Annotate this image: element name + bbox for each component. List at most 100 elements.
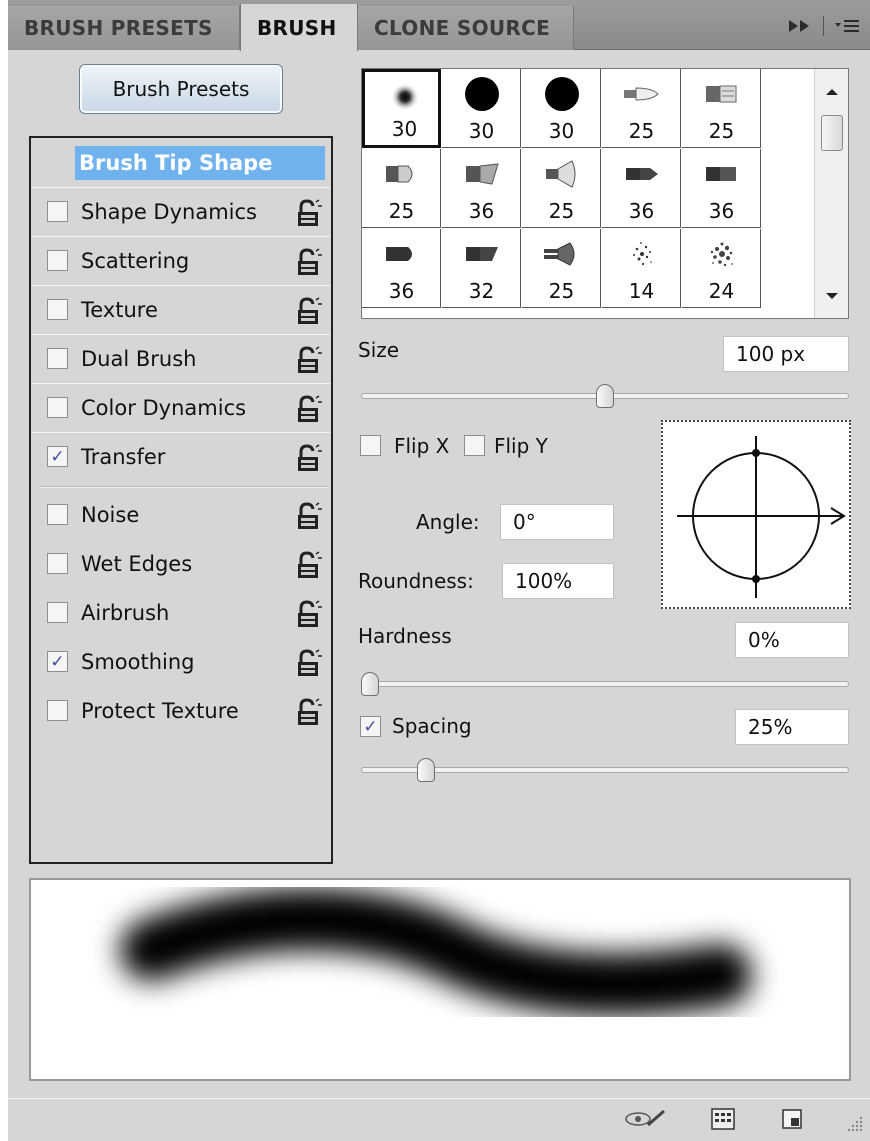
- option-texture[interactable]: Texture: [31, 285, 331, 334]
- brush-tip-cell[interactable]: 25: [362, 149, 441, 228]
- option-protect-texture[interactable]: Protect Texture: [31, 687, 331, 736]
- flip-x-checkbox[interactable]: [360, 435, 381, 456]
- tab-clone-source[interactable]: CLONE SOURCE: [358, 6, 574, 50]
- angle-label: Angle:: [416, 510, 480, 534]
- wet-edges-checkbox[interactable]: [47, 553, 68, 574]
- brush-size-label: 14: [628, 279, 655, 303]
- lock-icon[interactable]: [295, 599, 323, 629]
- flip-y-checkbox[interactable]: [464, 435, 485, 456]
- lock-icon[interactable]: [295, 296, 323, 326]
- lock-icon[interactable]: [295, 198, 323, 228]
- hardness-input[interactable]: 0%: [735, 622, 849, 658]
- round-blunt-brush-icon: [362, 233, 441, 275]
- brush-size-label: 25: [628, 119, 655, 143]
- option-airbrush[interactable]: Airbrush: [31, 589, 331, 638]
- airbrush-checkbox[interactable]: [47, 602, 68, 623]
- lock-icon[interactable]: [295, 394, 323, 424]
- angle-input[interactable]: 0°: [500, 504, 614, 540]
- brush-tip-cell[interactable]: 30: [442, 69, 521, 148]
- brush-size-label: 36: [468, 199, 495, 223]
- hardness-slider-thumb[interactable]: [361, 672, 379, 696]
- size-slider-thumb[interactable]: [596, 384, 614, 408]
- option-dual-brush[interactable]: Dual Brush: [31, 334, 331, 383]
- protect-texture-checkbox[interactable]: [47, 700, 68, 721]
- brush-tip-cell[interactable]: 25: [522, 149, 601, 228]
- brush-size-label: 30: [548, 119, 575, 143]
- angle-flat-brush-icon: [442, 233, 521, 275]
- smoothing-checkbox[interactable]: ✓: [47, 651, 68, 672]
- option-smoothing[interactable]: ✓ Smoothing: [31, 638, 331, 687]
- spacing-checkbox[interactable]: ✓: [360, 716, 381, 737]
- separator: [823, 16, 824, 36]
- option-shape-dynamics[interactable]: Shape Dynamics: [31, 187, 331, 236]
- brush-tip-shape-item[interactable]: Brush Tip Shape: [75, 146, 325, 180]
- roundness-label: Roundness:: [358, 569, 474, 593]
- brush-tip-cell[interactable]: 36: [682, 149, 761, 228]
- brush-size-label: 36: [628, 199, 655, 223]
- brush-angle-diagram[interactable]: [663, 422, 849, 607]
- option-scattering[interactable]: Scattering: [31, 236, 331, 285]
- lock-icon[interactable]: [295, 550, 323, 580]
- brush-size-label: 25: [388, 199, 415, 223]
- roundness-input[interactable]: 100%: [502, 563, 614, 599]
- grid-panel-icon[interactable]: [710, 1107, 736, 1131]
- scroll-down-icon[interactable]: [825, 291, 839, 301]
- grid-scrollbar[interactable]: [814, 69, 848, 318]
- fast-forward-icon[interactable]: [787, 18, 813, 34]
- size-input[interactable]: 100 px: [723, 336, 849, 372]
- angle-roundness-widget[interactable]: [661, 420, 851, 609]
- color-dynamics-checkbox[interactable]: [47, 397, 68, 418]
- transfer-checkbox[interactable]: ✓: [47, 446, 68, 467]
- noise-checkbox[interactable]: [47, 504, 68, 525]
- new-preset-icon[interactable]: [780, 1107, 804, 1131]
- lock-icon[interactable]: [295, 697, 323, 727]
- texture-checkbox[interactable]: [47, 299, 68, 320]
- brush-presets-button[interactable]: Brush Presets: [79, 64, 283, 114]
- eye-brush-icon[interactable]: [624, 1107, 668, 1131]
- brush-tip-cell[interactable]: 24: [682, 229, 761, 308]
- option-label: Transfer: [81, 445, 166, 469]
- lock-icon[interactable]: [295, 345, 323, 375]
- brush-size-label: 24: [708, 279, 735, 303]
- scattering-checkbox[interactable]: [47, 250, 68, 271]
- stroke-preview-image: [120, 888, 752, 1016]
- flip-x-label: Flip X: [394, 434, 450, 458]
- brush-tip-cell[interactable]: 36: [602, 149, 681, 228]
- fan-brush-icon: [522, 233, 601, 275]
- scroll-thumb[interactable]: [821, 115, 843, 151]
- lock-icon[interactable]: [295, 501, 323, 531]
- lock-icon[interactable]: [295, 443, 323, 473]
- hardness-slider[interactable]: [361, 681, 849, 687]
- tab-bar-icons: [787, 12, 860, 40]
- brush-tip-cell[interactable]: 36: [362, 229, 441, 308]
- round-bristle-brush-icon: [362, 153, 441, 195]
- resize-grip-icon[interactable]: [844, 1113, 864, 1133]
- tab-brush-presets[interactable]: BRUSH PRESETS: [8, 6, 240, 50]
- brush-tip-cell[interactable]: 25: [602, 69, 681, 148]
- tab-brush[interactable]: BRUSH: [240, 4, 358, 51]
- brush-tip-cell[interactable]: 25: [522, 229, 601, 308]
- dual-brush-checkbox[interactable]: [47, 348, 68, 369]
- lock-icon[interactable]: [295, 247, 323, 277]
- option-color-dynamics[interactable]: Color Dynamics: [31, 383, 331, 432]
- option-noise[interactable]: Noise: [31, 491, 331, 540]
- option-label: Color Dynamics: [81, 396, 247, 420]
- brush-tip-cell[interactable]: 36: [442, 149, 521, 228]
- size-label: Size: [358, 338, 400, 362]
- scroll-up-icon[interactable]: [825, 87, 839, 97]
- spacing-slider-thumb[interactable]: [417, 758, 436, 782]
- point-bristle-brush-icon: [602, 153, 681, 195]
- option-wet-edges[interactable]: Wet Edges: [31, 540, 331, 589]
- panel-menu-icon[interactable]: [834, 17, 860, 35]
- option-transfer[interactable]: ✓ Transfer: [31, 432, 331, 481]
- shape-dynamics-checkbox[interactable]: [47, 201, 68, 222]
- brush-tip-cell[interactable]: 25: [682, 69, 761, 148]
- brush-tip-cell[interactable]: 30: [362, 69, 441, 148]
- brush-tip-cell[interactable]: 14: [602, 229, 681, 308]
- brush-tip-cell[interactable]: 30: [522, 69, 601, 148]
- lock-icon[interactable]: [295, 648, 323, 678]
- hardness-label: Hardness: [358, 624, 452, 648]
- spacing-input[interactable]: 25%: [735, 709, 849, 745]
- tab-bar: BRUSH PRESETS BRUSH CLONE SOURCE: [8, 0, 870, 51]
- brush-tip-cell[interactable]: 32: [442, 229, 521, 308]
